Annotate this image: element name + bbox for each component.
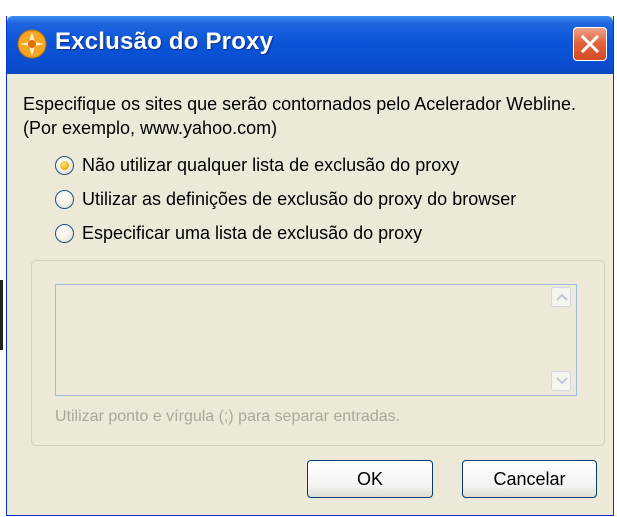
dialog-title: Exclusão do Proxy bbox=[55, 28, 274, 55]
background-edge bbox=[0, 280, 3, 350]
proxy-exclusion-dialog: Exclusão do Proxy Especifique os sites q… bbox=[6, 16, 614, 516]
page: Exclusão do Proxy Especifique os sites q… bbox=[0, 0, 617, 517]
radio-button[interactable] bbox=[55, 189, 74, 209]
exclusion-list-textarea[interactable] bbox=[55, 284, 577, 396]
radio-label: Especificar uma lista de exclusão do pro… bbox=[82, 222, 423, 243]
scroll-down-button[interactable] bbox=[551, 371, 571, 391]
chevron-down-icon bbox=[556, 377, 568, 385]
radio-option-no-exclusion[interactable]: Não utilizar qualquer lista de exclusão … bbox=[55, 152, 459, 178]
title-bar[interactable]: Exclusão do Proxy bbox=[7, 16, 613, 74]
chevron-up-icon bbox=[556, 293, 568, 301]
radio-label: Não utilizar qualquer lista de exclusão … bbox=[82, 154, 460, 175]
radio-option-browser-settings[interactable]: Utilizar as definições de exclusão do pr… bbox=[55, 186, 516, 212]
radio-button[interactable] bbox=[55, 223, 74, 243]
radio-label: Utilizar as definições de exclusão do pr… bbox=[82, 188, 517, 209]
ok-button[interactable]: OK bbox=[307, 460, 433, 498]
radio-button-selected[interactable] bbox=[55, 155, 74, 175]
exclusion-list-hint: Utilizar ponto e vírgula (;) para separa… bbox=[55, 408, 401, 425]
instructions-text: Especifique os sites que serão contornad… bbox=[23, 94, 577, 138]
close-icon bbox=[580, 34, 600, 54]
scroll-up-button[interactable] bbox=[551, 287, 571, 307]
close-button[interactable] bbox=[573, 27, 607, 61]
webline-accelerator-icon bbox=[17, 29, 47, 59]
radio-option-custom-list[interactable]: Especificar uma lista de exclusão do pro… bbox=[55, 220, 422, 246]
exclusion-list-scrollbar[interactable] bbox=[551, 287, 571, 391]
cancel-button[interactable]: Cancelar bbox=[462, 460, 597, 498]
